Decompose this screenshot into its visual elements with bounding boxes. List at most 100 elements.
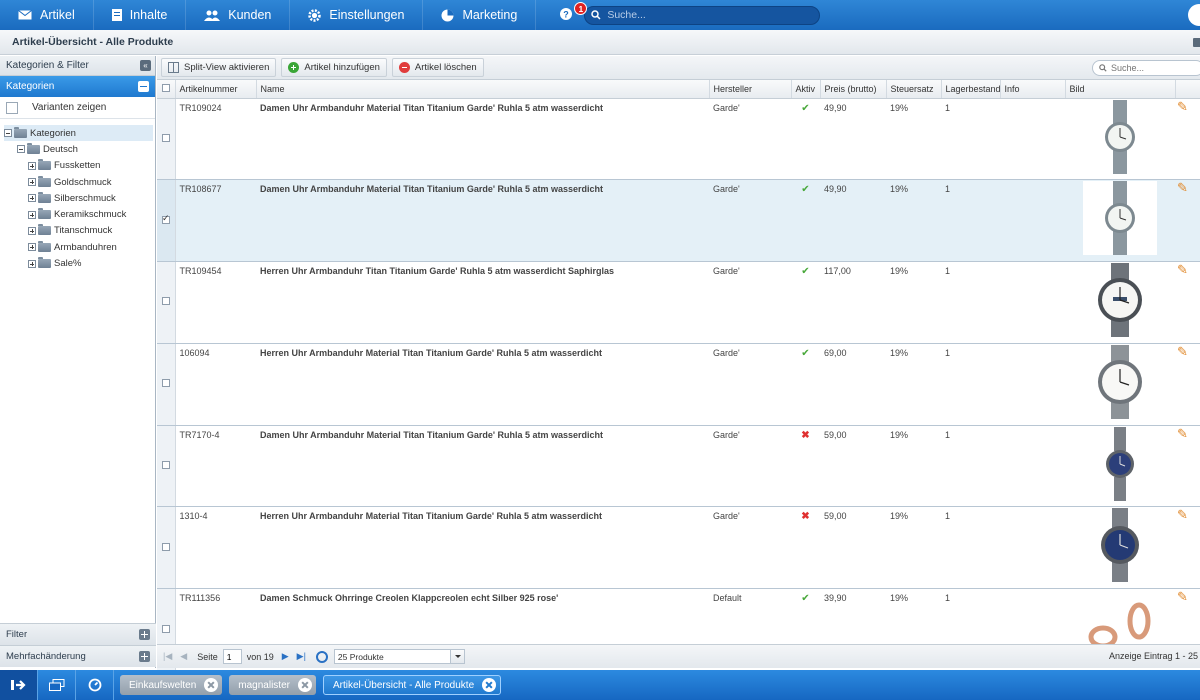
active-cell[interactable]: ✖ [791, 506, 820, 590]
column-header[interactable]: Hersteller [709, 80, 792, 99]
panel-filter[interactable]: Filter [0, 623, 156, 645]
select-all-header[interactable] [157, 80, 176, 99]
table-row[interactable]: 1310-4 Herren Uhr Armbanduhr Material Tit… [157, 506, 1200, 590]
tree-node-deutsch[interactable]: Deutsch [0, 141, 155, 157]
close-tab-icon[interactable] [482, 678, 497, 692]
first-page-icon[interactable]: |◀ [163, 651, 172, 662]
tree-node-category[interactable]: Titanschmuck [0, 223, 155, 239]
tree-node-category[interactable]: Fussketten [0, 158, 155, 174]
dashboard-button[interactable] [76, 670, 114, 700]
table-row[interactable]: TR108677Damen Uhr Armbanduhr Material Ti… [157, 179, 1200, 263]
tree-node-category[interactable]: Keramikschmuck [0, 206, 155, 222]
collapse-node-icon[interactable] [17, 145, 25, 154]
panel-kategorien[interactable]: Kategorien [0, 76, 155, 97]
page-size-select[interactable]: 25 Produkte [333, 649, 465, 664]
tree-node-root[interactable]: Kategorien [4, 125, 153, 142]
tree-node-category[interactable]: Silberschmuck [0, 190, 155, 206]
split-view-button[interactable]: Split-View aktivieren [161, 58, 277, 77]
show-variants-row[interactable]: Varianten zeigen [0, 97, 155, 119]
table-row[interactable]: TR109024 Damen Uhr Armbanduhr Material Ti… [157, 98, 1200, 181]
tree-node-category[interactable]: Armbanduhren [0, 239, 155, 255]
row-select-cell[interactable] [157, 425, 176, 508]
help-button[interactable]: ? 1 [560, 1, 588, 23]
active-cell[interactable]: ✔ [791, 261, 820, 344]
next-page-icon[interactable]: ▶ [282, 651, 289, 662]
column-header[interactable]: Name [256, 80, 710, 99]
logout-button[interactable] [0, 670, 38, 700]
row-checkbox[interactable] [162, 297, 170, 306]
row-select-cell[interactable] [157, 506, 176, 590]
row-checkbox[interactable] [162, 133, 170, 142]
column-header[interactable]: Info [1000, 80, 1066, 99]
row-checkbox[interactable] [162, 379, 170, 388]
tree-node-category[interactable]: Sale% [0, 255, 155, 271]
column-header[interactable]: Lagerbestand [941, 80, 1001, 99]
grid-search[interactable] [1092, 60, 1200, 76]
nav-marketing[interactable]: Marketing [423, 0, 537, 30]
expand-node-icon[interactable] [28, 226, 36, 235]
expand-panel-icon[interactable] [139, 651, 150, 662]
edit-pencil-icon[interactable]: ✎ [1177, 589, 1188, 604]
row-select-cell[interactable] [157, 179, 176, 263]
edit-pencil-icon[interactable]: ✎ [1177, 344, 1188, 359]
page-number-input[interactable] [222, 649, 242, 664]
row-select-cell[interactable] [157, 343, 176, 426]
column-header[interactable]: Bild [1065, 80, 1176, 99]
select-all-checkbox[interactable] [162, 83, 170, 92]
active-cell[interactable]: ✔ [791, 343, 820, 426]
column-header[interactable]: Aktiv [791, 80, 821, 99]
collapse-node-icon[interactable] [4, 129, 12, 138]
expand-node-icon[interactable] [28, 243, 36, 252]
add-article-button[interactable]: Artikel hinzufügen [281, 58, 387, 77]
taskbar-tab[interactable]: Einkaufswelten [120, 675, 223, 695]
close-tab-icon[interactable] [204, 678, 219, 692]
expand-node-icon[interactable] [28, 161, 36, 170]
refresh-icon[interactable] [315, 650, 328, 663]
row-checkbox[interactable] [162, 624, 170, 633]
row-select-cell[interactable] [157, 261, 176, 344]
row-select-cell[interactable] [157, 98, 176, 181]
global-search-input[interactable] [607, 9, 808, 21]
last-page-icon[interactable]: ▶| [297, 651, 306, 662]
edit-pencil-icon[interactable]: ✎ [1177, 180, 1188, 195]
row-checkbox[interactable] [162, 461, 170, 470]
tree-node-category[interactable]: Goldschmuck [0, 174, 155, 190]
row-checkbox[interactable] [162, 542, 170, 551]
delete-article-button[interactable]: Artikel löschen [391, 58, 484, 77]
nav-kunden[interactable]: Kunden [186, 0, 291, 30]
nav-einstellungen[interactable]: Einstellungen [290, 0, 424, 30]
expand-node-icon[interactable] [28, 210, 36, 219]
table-row[interactable]: TR7170-4 Damen Uhr Armbanduhr Material Ti… [157, 425, 1200, 508]
expand-node-icon[interactable] [28, 178, 36, 187]
edit-pencil-icon[interactable]: ✎ [1177, 99, 1188, 114]
panel-mass-edit[interactable]: Mehrfachänderung [0, 645, 156, 667]
nav-artikel[interactable]: Artikel [0, 0, 94, 30]
column-header[interactable]: Steuersatz [886, 80, 942, 99]
column-header[interactable]: Preis (brutto) [820, 80, 887, 99]
prev-page-icon[interactable]: ◀ [180, 651, 187, 662]
edit-pencil-icon[interactable]: ✎ [1177, 507, 1188, 522]
show-variants-checkbox[interactable] [6, 101, 18, 114]
nav-inhalte[interactable]: Inhalte [94, 0, 187, 30]
edit-pencil-icon[interactable]: ✎ [1177, 262, 1188, 277]
window-switch-button[interactable] [38, 670, 76, 700]
column-header[interactable]: Artikelnummer [175, 80, 257, 99]
minimize-window-icon[interactable] [1193, 38, 1200, 47]
expand-node-icon[interactable] [28, 194, 36, 203]
edit-pencil-icon[interactable]: ✎ [1177, 426, 1188, 441]
grid-search-input[interactable] [1111, 63, 1191, 73]
global-search[interactable] [584, 5, 821, 25]
active-cell[interactable]: ✔ [791, 98, 820, 181]
row-checkbox[interactable] [162, 213, 170, 224]
taskbar-tab-active[interactable]: Artikel-Übersicht - Alle Produkte [322, 675, 502, 695]
expand-node-icon[interactable] [28, 259, 36, 268]
taskbar-tab[interactable]: magnalister [229, 675, 316, 695]
active-cell[interactable]: ✔ [791, 179, 820, 263]
expand-panel-icon[interactable] [139, 629, 150, 640]
close-tab-icon[interactable] [297, 678, 312, 692]
collapse-panel-icon[interactable] [138, 81, 149, 92]
chevron-down-icon[interactable] [449, 650, 464, 663]
active-cell[interactable]: ✖ [791, 425, 820, 508]
collapse-sidebar-icon[interactable]: « [140, 60, 151, 71]
table-row[interactable]: 106094 Herren Uhr Armbanduhr Material Tit… [157, 343, 1200, 426]
